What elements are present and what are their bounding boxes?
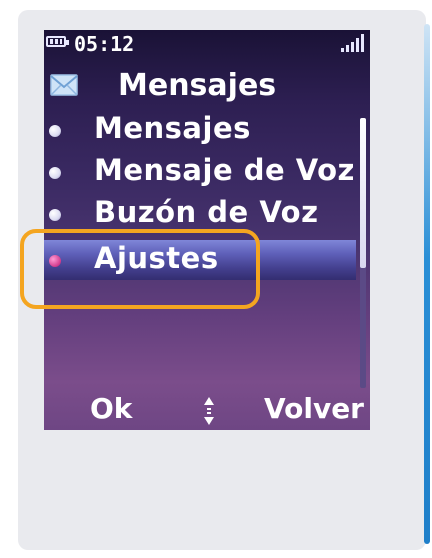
- envelope-icon: [50, 74, 78, 96]
- status-bar: 05:12: [44, 30, 370, 56]
- volver-softkey[interactable]: Volver: [264, 392, 364, 425]
- menu-item-mensajes[interactable]: Mensajes: [44, 110, 356, 150]
- signal-strength-icon: [341, 34, 364, 52]
- bullet-icon: [49, 125, 61, 137]
- softkey-bar: Ok Volver: [44, 390, 370, 430]
- menu-item-label: Mensaje de Voz: [94, 153, 355, 187]
- screen-header: Mensajes: [44, 66, 370, 106]
- screen-title: Mensajes: [118, 68, 277, 103]
- menu-item-label: Buzón de Voz: [94, 195, 319, 229]
- scrollbar-thumb[interactable]: [360, 118, 366, 268]
- menu-item-buzon-de-voz[interactable]: Buzón de Voz: [44, 194, 356, 234]
- ok-softkey[interactable]: Ok: [90, 392, 132, 425]
- edge-accent-bar: [424, 24, 430, 544]
- clock: 05:12: [74, 32, 135, 56]
- scrollbar[interactable]: [360, 118, 366, 388]
- up-down-arrows-icon: [204, 397, 214, 425]
- menu-item-mensaje-de-voz[interactable]: Mensaje de Voz: [44, 152, 356, 192]
- battery-icon: [46, 36, 69, 47]
- highlight-annotation: [20, 229, 260, 309]
- menu-item-label: Mensajes: [94, 111, 251, 145]
- bullet-icon: [49, 209, 61, 221]
- bullet-icon: [49, 167, 61, 179]
